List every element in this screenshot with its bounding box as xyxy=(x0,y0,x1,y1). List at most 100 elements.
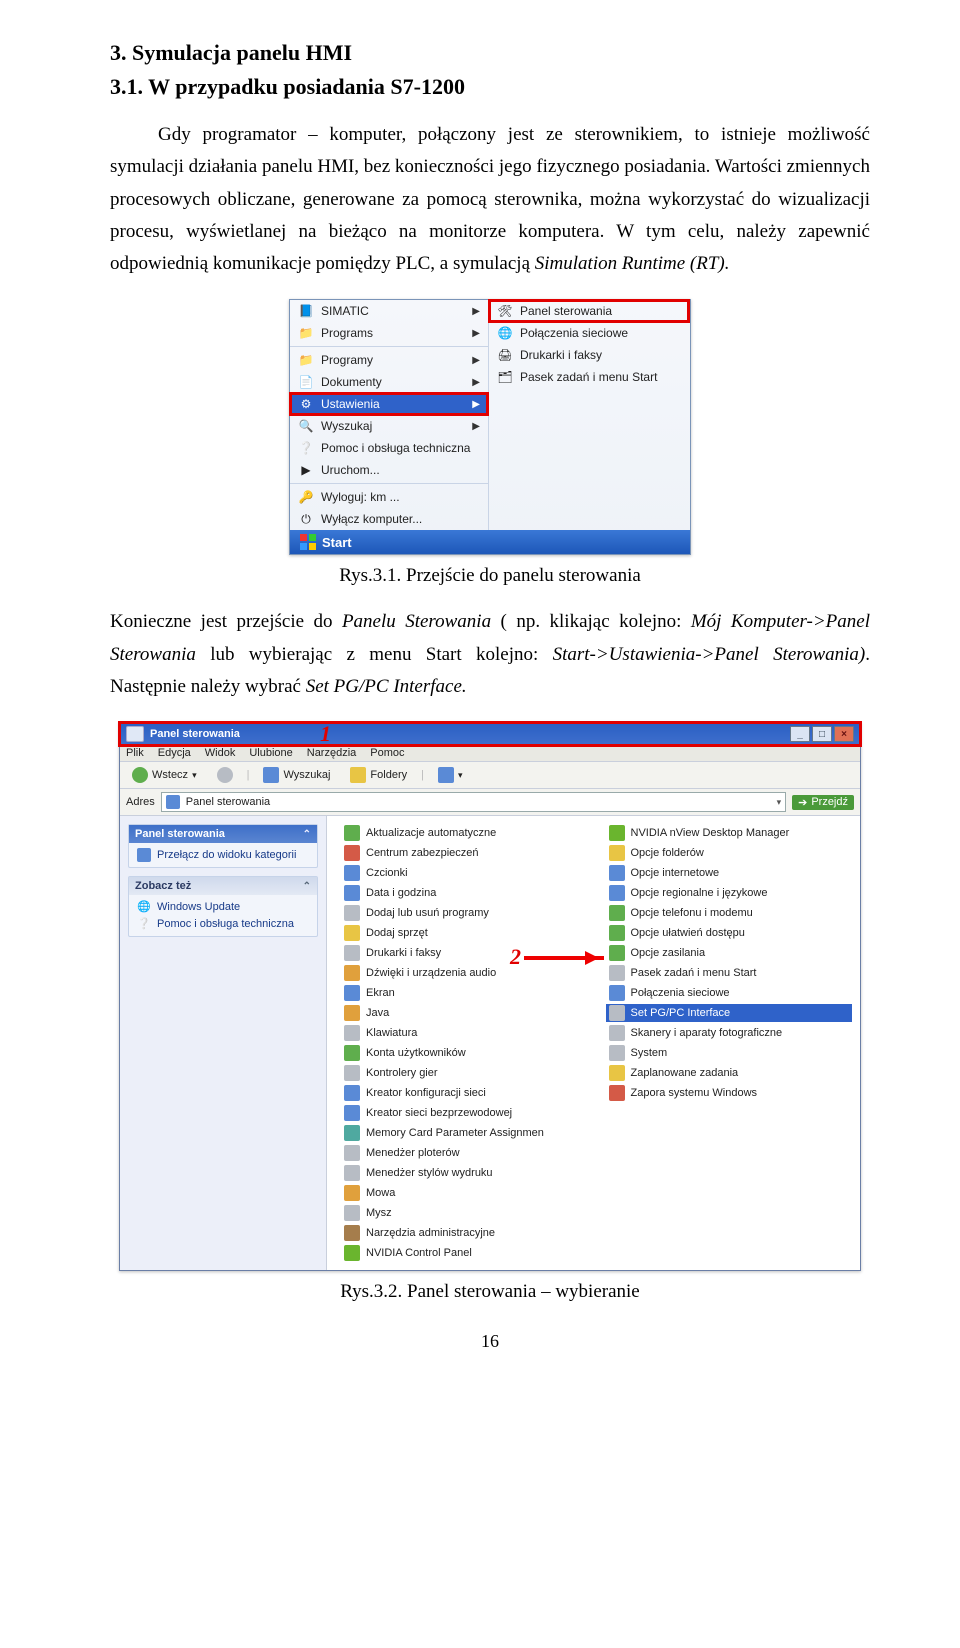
cp-item-label: Opcje internetowe xyxy=(631,867,720,879)
address-value: Panel sterowania xyxy=(186,796,270,808)
control-panel-item[interactable]: Czcionki xyxy=(341,864,588,882)
chevron-up-icon[interactable]: ⌃ xyxy=(303,829,311,840)
control-panel-item[interactable]: Memory Card Parameter Assignmen xyxy=(341,1124,588,1142)
chevron-up-icon[interactable]: ⌃ xyxy=(303,881,311,892)
menu[interactable]: Ulubione xyxy=(249,747,292,759)
menu[interactable]: Narzędzia xyxy=(307,747,357,759)
submenu-item[interactable]: 🌐Połączenia sieciowe xyxy=(489,322,689,344)
control-panel-item[interactable]: Set PG/PC Interface xyxy=(606,1004,853,1022)
control-panel-item[interactable]: Dźwięki i urządzenia audio xyxy=(341,964,588,982)
close-button[interactable]: × xyxy=(834,726,854,742)
sidebar-link-icon: ❔ xyxy=(137,917,151,931)
cp-item-icon xyxy=(344,1205,360,1221)
menu[interactable]: Edycja xyxy=(158,747,191,759)
menu-item[interactable]: ▶Uruchom... xyxy=(290,459,488,481)
menu[interactable]: Pomoc xyxy=(370,747,404,759)
cp-item-label: Centrum zabezpieczeń xyxy=(366,847,479,859)
switch-category-label: Przełącz do widoku kategorii xyxy=(157,849,296,861)
menu-item[interactable]: 🔍Wyszukaj▶ xyxy=(290,415,488,437)
start-button[interactable]: Start xyxy=(290,530,690,554)
sidebar-link[interactable]: ❔Pomoc i obsługa techniczna xyxy=(137,917,309,931)
control-panel-item[interactable]: Mysz xyxy=(341,1204,588,1222)
menu-item[interactable]: 📁Programy▶ xyxy=(290,349,488,371)
control-panel-item[interactable]: NVIDIA Control Panel xyxy=(341,1244,588,1262)
address-input[interactable]: Panel sterowania ▾ xyxy=(161,792,786,812)
control-panel-item[interactable]: Ekran xyxy=(341,984,588,1002)
control-panel-item[interactable]: Opcje regionalne i językowe xyxy=(606,884,853,902)
menu[interactable]: Widok xyxy=(205,747,236,759)
menu-item[interactable]: 📄Dokumenty▶ xyxy=(290,371,488,393)
cp-item-icon xyxy=(344,825,360,841)
cp-item-icon xyxy=(344,1045,360,1061)
cp-item-icon xyxy=(609,1045,625,1061)
figure1-caption: Rys.3.1. Przejście do panelu sterowania xyxy=(110,565,870,587)
control-panel-item[interactable]: Kreator konfiguracji sieci xyxy=(341,1084,588,1102)
control-panel-item[interactable]: Java xyxy=(341,1004,588,1022)
control-panel-item[interactable]: Opcje folderów xyxy=(606,844,853,862)
control-panel-item[interactable]: Aktualizacje automatyczne xyxy=(341,824,588,842)
control-panel-item[interactable]: Kreator sieci bezprzewodowej xyxy=(341,1104,588,1122)
control-panel-item[interactable]: NVIDIA nView Desktop Manager xyxy=(606,824,853,842)
figure2-caption: Rys.3.2. Panel sterowania – wybieranie xyxy=(110,1281,870,1303)
control-panel-item[interactable]: Menedżer stylów wydruku xyxy=(341,1164,588,1182)
submenu-item-icon: 🌐 xyxy=(497,325,513,341)
sidebar-link[interactable]: 🌐Windows Update xyxy=(137,900,309,914)
cp-item-label: Zaplanowane zadania xyxy=(631,1067,739,1079)
para1-text: Gdy programator – komputer, połączony je… xyxy=(110,124,870,274)
control-panel-item[interactable]: Klawiatura xyxy=(341,1024,588,1042)
control-panel-item[interactable]: Skanery i aparaty fotograficzne xyxy=(606,1024,853,1042)
menu-item-icon: 📘 xyxy=(298,303,314,319)
cp-item-icon xyxy=(344,1025,360,1041)
control-panel-item[interactable]: Pasek zadań i menu Start xyxy=(606,964,853,982)
cp-item-label: Skanery i aparaty fotograficzne xyxy=(631,1027,783,1039)
search-button[interactable]: Wyszukaj xyxy=(257,765,336,785)
submenu-item-label: Panel sterowania xyxy=(520,304,612,318)
views-icon xyxy=(438,767,454,783)
menu[interactable]: Plik xyxy=(126,747,144,759)
cp-item-label: Kreator konfiguracji sieci xyxy=(366,1087,486,1099)
control-panel-item[interactable]: Połączenia sieciowe xyxy=(606,984,853,1002)
submenu-item[interactable]: 🖨Drukarki i faksy xyxy=(489,344,689,366)
switch-category-view-link[interactable]: Przełącz do widoku kategorii xyxy=(137,848,309,862)
control-panel-item[interactable]: System xyxy=(606,1044,853,1062)
menu-item[interactable]: ❔Pomoc i obsługa techniczna xyxy=(290,437,488,459)
control-panel-item[interactable]: Dodaj sprzęt xyxy=(341,924,588,942)
submenu-arrow-icon: ▶ xyxy=(472,421,480,432)
control-panel-item[interactable]: Opcje telefonu i modemu xyxy=(606,904,853,922)
address-icon xyxy=(166,795,180,809)
menu-item[interactable]: ⚙Ustawienia▶ xyxy=(290,393,488,415)
maximize-button[interactable]: □ xyxy=(812,726,832,742)
red-arrow-icon xyxy=(524,956,604,960)
submenu-item-icon: 🗂 xyxy=(497,369,513,385)
control-panel-item[interactable]: Kontrolery gier xyxy=(341,1064,588,1082)
submenu-item[interactable]: 🗂Pasek zadań i menu Start xyxy=(489,366,689,388)
views-button[interactable]: ▾ xyxy=(432,765,469,785)
control-panel-item[interactable]: Data i godzina xyxy=(341,884,588,902)
control-panel-item[interactable]: Konta użytkowników xyxy=(341,1044,588,1062)
menu-item[interactable]: 🔑Wyloguj: km ... xyxy=(290,486,488,508)
back-button[interactable]: Wstecz▾ xyxy=(126,765,203,785)
p2i4: Set PG/PC Interface. xyxy=(306,676,467,697)
control-panel-item[interactable]: Opcje zasilania xyxy=(606,944,853,962)
menu-item[interactable]: 📘SIMATIC▶ xyxy=(290,300,488,322)
control-panel-item[interactable]: Zaplanowane zadania xyxy=(606,1064,853,1082)
control-panel-item[interactable]: Centrum zabezpieczeń xyxy=(341,844,588,862)
control-panel-item[interactable]: Opcje internetowe xyxy=(606,864,853,882)
menu-item-icon: ❔ xyxy=(298,440,314,456)
control-panel-item[interactable]: Narzędzia administracyjne xyxy=(341,1224,588,1242)
control-panel-item[interactable]: Zapora systemu Windows xyxy=(606,1084,853,1102)
menu-item[interactable]: ⏻Wyłącz komputer... xyxy=(290,508,488,530)
window-titlebar[interactable]: Panel sterowania 1 _ □ × xyxy=(120,723,860,745)
folders-button[interactable]: Foldery xyxy=(344,765,413,785)
submenu-item-label: Drukarki i faksy xyxy=(520,348,602,362)
control-panel-item[interactable]: Dodaj lub usuń programy xyxy=(341,904,588,922)
subsection-heading: 3.1. W przypadku posiadania S7-1200 xyxy=(110,74,870,100)
minimize-button[interactable]: _ xyxy=(790,726,810,742)
go-button[interactable]: ➔ Przejdź xyxy=(792,795,854,810)
forward-button[interactable] xyxy=(211,765,239,785)
control-panel-item[interactable]: Opcje ułatwień dostępu xyxy=(606,924,853,942)
submenu-item[interactable]: 🛠Panel sterowania xyxy=(489,300,689,322)
control-panel-item[interactable]: Menedżer ploterów xyxy=(341,1144,588,1162)
control-panel-item[interactable]: Mowa xyxy=(341,1184,588,1202)
menu-item[interactable]: 📁Programs▶ xyxy=(290,322,488,344)
